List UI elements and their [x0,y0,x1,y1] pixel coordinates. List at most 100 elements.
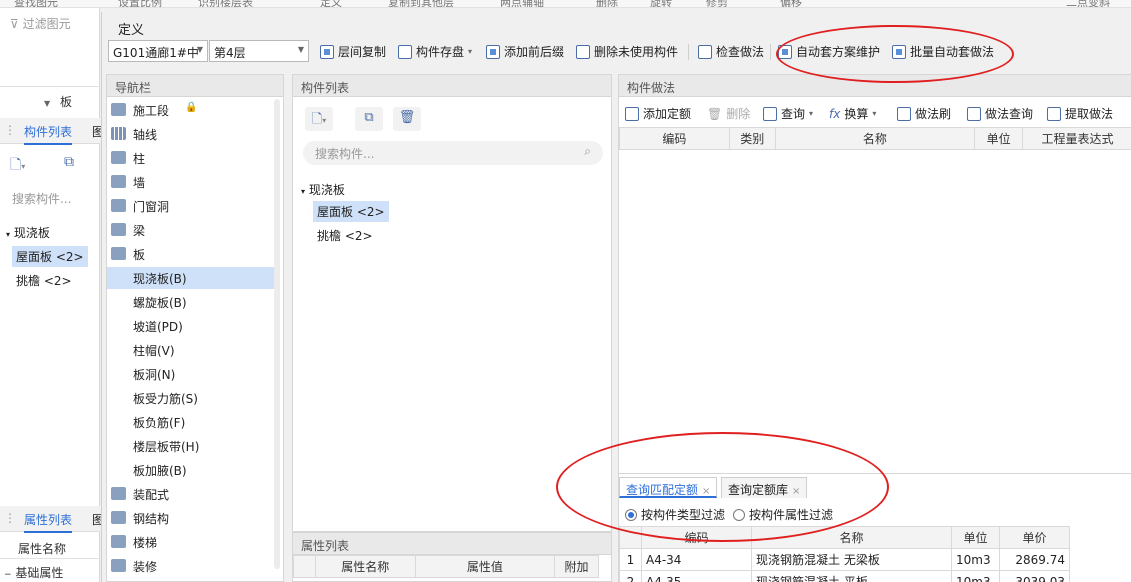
nav-item[interactable]: 板受力筋(S) [107,387,277,409]
nav-item-label: 楼梯 [133,536,158,550]
property-table: 属性名称 属性值 附加 [293,555,599,578]
nav-item[interactable]: 墙 [107,171,277,193]
filter-elements-button[interactable]: ⊽ 过滤图元 [10,15,71,32]
search-input[interactable]: 搜索构件... [12,190,71,207]
batch-auto-button[interactable]: 批量自动套做法 [892,43,994,60]
ribbon-item[interactable]: 复制到其他层 [388,0,454,7]
new-component-button[interactable]: 🗋▾ [305,107,333,131]
new-doc-icon: 🗋 [311,112,323,127]
nav-item[interactable]: 楼层板带(H) [107,435,277,457]
nav-item-label: 墙 [133,176,146,190]
nav-item[interactable]: 板加腋(B) [107,459,277,481]
axis-combo[interactable]: G101通廊1#中 ▼ [108,40,208,62]
row-number: 2 [619,570,642,582]
nav-item[interactable]: 板洞(N) [107,363,277,385]
nav-item-label: 柱 [133,152,146,166]
radio-filter-type[interactable]: 按构件类型过滤 [625,506,725,523]
nav-item[interactable]: 门窗洞 [107,195,277,217]
nav-item-label: 钢结构 [133,512,170,526]
nav-item[interactable]: 螺旋板(B) [107,291,277,313]
nav-item[interactable]: 柱 [107,147,277,169]
nav-item[interactable]: 钢结构 [107,507,277,529]
convert-button[interactable]: fx 换算 ▾ [829,105,876,122]
component-save-button[interactable]: 构件存盘 ▾ [398,43,472,60]
method-panel: 构件做法 添加定额 🗑 删除 查询 ▾ fx 换算 ▾ 做法刷 做法查询 提取做法 编码… [618,74,1131,582]
nav-item[interactable]: 梁 [107,219,277,241]
nav-item[interactable]: 柱帽(V) [107,339,277,361]
prop-row[interactable]: − 基础属性 [4,564,63,581]
nav-scrollbar[interactable] [274,99,280,569]
table-row[interactable]: 1 A4-34 现浇钢筋混凝土 无梁板 10m3 2869.74 [619,548,1070,571]
nav-item[interactable]: 装修 [107,555,277,577]
delete-unused-button[interactable]: 删除未使用构件 [576,43,678,60]
ribbon-item[interactable]: 二点变斜 [1066,0,1110,7]
add-quota-button[interactable]: 添加定额 [625,105,691,122]
copy-component-button[interactable]: ⧉ [355,107,383,131]
nav-item[interactable]: 轴线 [107,123,277,145]
ribbon-item[interactable]: 修剪 [706,0,728,7]
save-icon [398,44,412,59]
ribbon-item[interactable]: 定义 [320,0,342,7]
extract-method-button[interactable]: 提取做法 [1047,105,1113,122]
chevron-down-icon: ▼ [44,99,51,108]
delete-button[interactable]: 🗑 删除 [707,105,750,122]
tree-root[interactable]: ▾ 现浇板 [6,224,50,241]
category-dropdown[interactable]: ▼ 板 [44,93,72,110]
lock-icon[interactable]: 🔒 [185,102,197,113]
row-number: 1 [619,548,642,571]
nav-item[interactable]: 楼梯 [107,531,277,553]
chevron-down-icon: ▼ [196,45,203,54]
close-icon[interactable]: × [792,486,800,497]
ribbon-item[interactable]: 两点辅轴 [500,0,544,7]
floor-combo[interactable]: 第4层 ▼ [209,40,309,62]
nav-item[interactable]: 板负筋(F) [107,411,277,433]
method-query-button[interactable]: 做法查询 [967,105,1033,122]
query-area: 查询匹配定额 × 查询定额库 × 按构件类型过滤 按构件属性过滤 编码 名称 单位 … [619,473,1131,582]
tree-root[interactable]: ▾ 现浇板 [297,179,349,200]
new-component-icon[interactable]: 🗋▾ [10,154,25,178]
copy-icon[interactable]: ⧉ [64,154,74,170]
tree-item-roof-slab[interactable]: 屋面板 <2> [313,201,389,222]
tab-property-list[interactable]: 属性列表 [24,511,73,533]
tree-item[interactable]: 挑檐 <2> [16,272,72,289]
check-method-button[interactable]: 检查做法 [698,43,764,60]
add-prefix-suffix-button[interactable]: 添加前后缀 [486,43,564,60]
label: 检查做法 [716,45,765,59]
auto-scheme-button[interactable]: 自动套方案维护 [778,43,880,60]
tree-item-eave[interactable]: 挑檐 <2> [313,225,377,246]
nav-item[interactable]: 装配式 [107,483,277,505]
nav-category-icon [111,559,126,572]
ribbon-item[interactable]: 删除 [596,0,618,7]
tab-component-list[interactable]: 构件列表 [24,123,73,145]
category-label: 板 [59,95,72,109]
nav-item[interactable]: 板 [107,243,277,265]
nav-item-label: 现浇板(B) [133,272,187,286]
nav-item-label: 板负筋(F) [133,416,186,430]
nav-item[interactable]: 坡道(PD) [107,315,277,337]
delete-component-button[interactable]: 🗑 [393,107,421,131]
tree-item-selected[interactable]: 屋面板 <2> [12,246,88,267]
table-row[interactable]: 2 A4-35 现浇钢筋混凝土 平板 10m3 3039.03 [619,570,1070,582]
ribbon-item[interactable]: 查找图元 [14,0,58,7]
nav-item[interactable]: 施工段 🔒 [107,99,277,121]
ribbon-item[interactable]: 旋转 [650,0,672,7]
ribbon-item[interactable]: 识别楼层表 [198,0,253,7]
chevron-down-icon: ▾ [809,109,814,118]
ribbon-item[interactable]: 设置比例 [118,0,162,7]
row-price: 3039.03 [999,570,1070,582]
copy-between-floors-button[interactable]: 层间复制 [320,43,386,60]
chevron-down-icon: ▼ [297,45,304,54]
label: 添加定额 [643,107,692,121]
nav-item[interactable]: 现浇板(B) [107,267,277,289]
caret-down-icon: ▾ [301,187,306,196]
component-search-input[interactable]: 搜索构件... ⌕ [303,141,603,165]
close-icon[interactable]: × [702,486,710,497]
query-button[interactable]: 查询 ▾ [763,105,813,122]
label: 按构件属性过滤 [749,508,834,522]
ribbon-item[interactable]: 偏移 [780,0,802,7]
radio-filter-attr[interactable]: 按构件属性过滤 [733,506,833,523]
method-brush-button[interactable]: 做法刷 [897,105,951,122]
nav-item-label: 板 [133,248,146,262]
tab-query-match[interactable]: 查询匹配定额 × [619,477,718,498]
tab-query-library[interactable]: 查询定额库 × [721,477,808,498]
